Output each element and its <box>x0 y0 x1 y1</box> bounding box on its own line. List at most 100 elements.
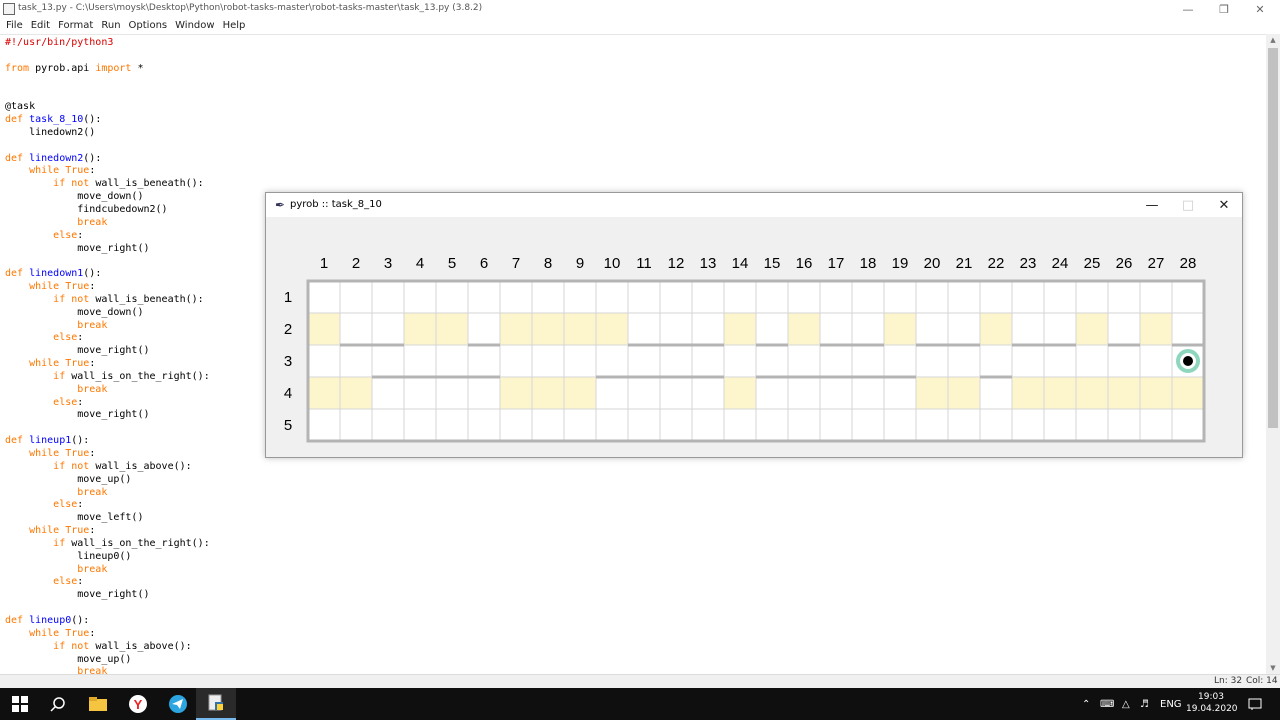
code-line[interactable]: else: <box>5 397 210 410</box>
menu-format[interactable]: Format <box>54 18 97 34</box>
pyrob-close-icon[interactable]: ✕ <box>1206 193 1242 217</box>
robot-board: 1 2 3 4 5 6 7 8 9 10 11 12 13 14 15 16 17 18 19 20 21 22 23 24 2… <box>266 217 1242 457</box>
menu-help[interactable]: Help <box>219 18 250 34</box>
code-line[interactable]: def linedown2(): <box>5 153 210 166</box>
code-line[interactable]: if not wall_is_above(): <box>5 461 210 474</box>
column-label: 17 <box>828 255 845 272</box>
file-explorer-icon[interactable] <box>78 688 118 720</box>
wifi-icon[interactable]: △ <box>1122 688 1130 720</box>
code-line[interactable]: break <box>5 217 210 230</box>
code-line[interactable]: lineup0() <box>5 551 210 564</box>
close-icon[interactable]: ✕ <box>1242 0 1278 18</box>
filled-cell <box>340 377 372 409</box>
code-text[interactable]: #!/usr/bin/python3 from pyrob.api import … <box>5 37 210 674</box>
code-line[interactable]: else: <box>5 576 210 589</box>
code-line[interactable]: while True: <box>5 448 210 461</box>
code-line[interactable]: while True: <box>5 165 210 178</box>
volume-icon[interactable]: ♬ <box>1140 688 1149 720</box>
row-label: 5 <box>284 417 292 434</box>
keyboard-icon[interactable]: ⌨ <box>1100 688 1114 720</box>
vertical-scrollbar[interactable]: ▲ ▼ <box>1266 34 1280 674</box>
code-line[interactable] <box>5 140 210 153</box>
filled-cell <box>980 313 1012 345</box>
code-line[interactable]: move_down() <box>5 191 210 204</box>
filled-cell <box>884 313 916 345</box>
code-line[interactable]: if not wall_is_beneath(): <box>5 178 210 191</box>
show-hidden-icons[interactable]: ⌃ <box>1082 688 1090 720</box>
code-line[interactable] <box>5 76 210 89</box>
code-line[interactable] <box>5 50 210 63</box>
code-line[interactable]: move_right() <box>5 409 210 422</box>
code-line[interactable]: def lineup0(): <box>5 615 210 628</box>
menu-options[interactable]: Options <box>125 18 172 34</box>
column-label: 3 <box>384 255 392 272</box>
row-label: 1 <box>284 289 292 306</box>
code-line[interactable]: move_down() <box>5 307 210 320</box>
code-line[interactable]: if not wall_is_above(): <box>5 641 210 654</box>
menu-window[interactable]: Window <box>171 18 218 34</box>
code-line[interactable]: move_right() <box>5 243 210 256</box>
code-line[interactable]: else: <box>5 499 210 512</box>
code-line[interactable]: break <box>5 666 210 674</box>
column-label: 4 <box>416 255 424 272</box>
column-label: 19 <box>892 255 909 272</box>
menu-file[interactable]: File <box>2 18 27 34</box>
maximize-icon[interactable]: ❐ <box>1206 0 1242 18</box>
code-line[interactable]: def linedown1(): <box>5 268 210 281</box>
language-indicator[interactable]: ENG <box>1160 688 1182 720</box>
filled-cell <box>788 313 820 345</box>
code-line[interactable] <box>5 88 210 101</box>
code-line[interactable] <box>5 422 210 435</box>
notifications-icon[interactable] <box>1248 688 1262 720</box>
clock[interactable]: 19:03 19.04.2020 <box>1186 691 1238 715</box>
scroll-up-icon[interactable]: ▲ <box>1266 34 1280 46</box>
code-line[interactable]: move_up() <box>5 654 210 667</box>
code-line[interactable]: if wall_is_on_the_right(): <box>5 371 210 384</box>
code-line[interactable]: findcubedown2() <box>5 204 210 217</box>
code-line[interactable]: move_right() <box>5 589 210 602</box>
column-label: 12 <box>668 255 685 272</box>
code-line[interactable]: @task <box>5 101 210 114</box>
code-line[interactable]: break <box>5 320 210 333</box>
code-line[interactable]: move_left() <box>5 512 210 525</box>
scrollbar-thumb[interactable] <box>1268 48 1278 428</box>
code-line[interactable]: while True: <box>5 281 210 294</box>
scroll-down-icon[interactable]: ▼ <box>1266 662 1280 674</box>
code-line[interactable]: if not wall_is_beneath(): <box>5 294 210 307</box>
clock-time: 19:03 <box>1198 692 1224 702</box>
code-line[interactable]: else: <box>5 332 210 345</box>
windows-start-icon[interactable] <box>0 688 40 720</box>
code-line[interactable]: while True: <box>5 358 210 371</box>
pyrob-window: ✒ pyrob :: task_8_10 — □ ✕ 1 2 3 4 5 6 7 8 9 10 11… <box>265 192 1243 458</box>
code-line[interactable]: def lineup1(): <box>5 435 210 448</box>
filled-cell <box>308 377 340 409</box>
filled-cell <box>1044 377 1076 409</box>
pyrob-minimize-icon[interactable]: — <box>1134 193 1170 217</box>
filled-cell <box>1172 377 1204 409</box>
yandex-browser-icon[interactable]: Y <box>118 688 158 720</box>
menu-edit[interactable]: Edit <box>27 18 54 34</box>
code-line[interactable]: while True: <box>5 628 210 641</box>
minimize-icon[interactable]: — <box>1170 0 1206 18</box>
search-icon[interactable] <box>38 688 78 720</box>
feather-icon: ✒ <box>275 198 286 212</box>
code-line[interactable]: while True: <box>5 525 210 538</box>
code-line[interactable] <box>5 602 210 615</box>
code-line[interactable]: move_up() <box>5 474 210 487</box>
code-line[interactable]: linedown2() <box>5 127 210 140</box>
filled-cell <box>1076 313 1108 345</box>
code-line[interactable]: break <box>5 564 210 577</box>
code-line[interactable]: if wall_is_on_the_right(): <box>5 538 210 551</box>
code-line[interactable] <box>5 255 210 268</box>
telegram-icon[interactable] <box>158 688 198 720</box>
code-line[interactable]: break <box>5 487 210 500</box>
code-line[interactable]: from pyrob.api import * <box>5 63 210 76</box>
code-line[interactable]: break <box>5 384 210 397</box>
code-line[interactable]: else: <box>5 230 210 243</box>
filled-cell <box>532 377 564 409</box>
code-line[interactable]: move_right() <box>5 345 210 358</box>
code-line[interactable]: def task_8_10(): <box>5 114 210 127</box>
python-idle-icon[interactable] <box>196 688 236 720</box>
menu-run[interactable]: Run <box>97 18 124 34</box>
code-line[interactable]: #!/usr/bin/python3 <box>5 37 210 50</box>
